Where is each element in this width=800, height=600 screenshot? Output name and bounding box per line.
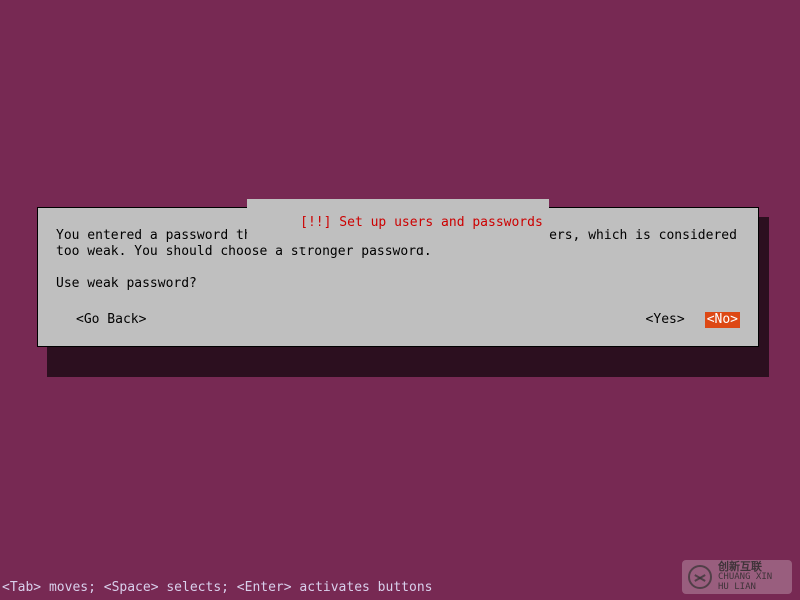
dialog: [!!] Set up users and passwords You ente… bbox=[37, 207, 759, 347]
watermark-text: 创新互联 CHUANG XIN HU LIAN bbox=[718, 562, 786, 592]
yes-button[interactable]: <Yes> bbox=[644, 312, 687, 328]
dialog-title-text: [!!] Set up users and passwords bbox=[300, 215, 543, 230]
no-button[interactable]: <No> bbox=[705, 312, 740, 328]
dialog-question: Use weak password? bbox=[56, 276, 740, 292]
dialog-title-wrap: [!!] Set up users and passwords bbox=[38, 199, 758, 247]
watermark: 创新互联 CHUANG XIN HU LIAN bbox=[682, 560, 792, 594]
watermark-logo-icon bbox=[688, 565, 712, 589]
dialog-button-row: <Go Back> <Yes> <No> bbox=[56, 312, 740, 328]
watermark-line1: 创新互联 bbox=[718, 562, 786, 572]
go-back-button[interactable]: <Go Back> bbox=[74, 312, 148, 328]
help-bar: <Tab> moves; <Space> selects; <Enter> ac… bbox=[0, 580, 800, 600]
watermark-line2: CHUANG XIN HU LIAN bbox=[718, 572, 786, 592]
dialog-title: [!!] Set up users and passwords bbox=[247, 199, 549, 247]
